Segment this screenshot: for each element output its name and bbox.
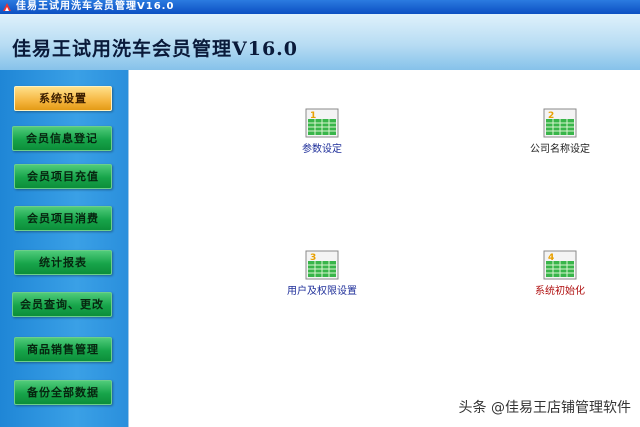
app-icon (3, 3, 11, 11)
svg-text:1: 1 (310, 111, 316, 121)
sidebar: 系统设置 会员信息登记 会员项目充值 会员项目消费 统计报表 会员查询、更改 商… (0, 70, 128, 427)
tile-company-name-settings[interactable]: 2 公司名称设定 (500, 108, 620, 155)
sidebar-item-member-registration[interactable]: 会员信息登记 (12, 126, 112, 151)
sidebar-item-system-settings[interactable]: 系统设置 (14, 86, 112, 111)
tile-label: 用户及权限设置 (287, 286, 357, 297)
tile-parameter-settings[interactable]: 1 参数设定 (262, 108, 382, 155)
watermark-text: 头条 @佳易王店铺管理软件 (458, 400, 631, 416)
spreadsheet-icon: 4 (543, 250, 577, 280)
tile-user-permission-settings[interactable]: 3 用户及权限设置 (262, 250, 382, 297)
main-content: 1 参数设定 2 公司名称设定 3 用户及权限设置 4 系统初始化 头条 @佳易… (128, 70, 640, 427)
svg-text:3: 3 (310, 253, 316, 263)
tile-label: 系统初始化 (535, 286, 585, 297)
tile-label: 参数设定 (302, 144, 342, 155)
sidebar-item-statistics-report[interactable]: 统计报表 (14, 250, 112, 275)
svg-text:4: 4 (548, 253, 554, 263)
app-title: 佳易王试用洗车会员管理V16.0 (12, 38, 299, 60)
window-title: 佳易王试用洗车会员管理V16.0 (16, 1, 175, 12)
sidebar-item-member-recharge[interactable]: 会员项目充值 (14, 164, 112, 189)
sidebar-item-member-consumption[interactable]: 会员项目消费 (14, 206, 112, 231)
spreadsheet-icon: 3 (305, 250, 339, 280)
header-banner: 佳易王试用洗车会员管理V16.0 (0, 14, 640, 70)
svg-text:2: 2 (548, 111, 554, 121)
spreadsheet-icon: 1 (305, 108, 339, 138)
tile-label: 公司名称设定 (530, 144, 590, 155)
sidebar-item-member-query[interactable]: 会员查询、更改 (12, 292, 112, 317)
sidebar-item-backup-data[interactable]: 备份全部数据 (14, 380, 112, 405)
spreadsheet-icon: 2 (543, 108, 577, 138)
tile-system-initialization[interactable]: 4 系统初始化 (500, 250, 620, 297)
window-titlebar: 佳易王试用洗车会员管理V16.0 (0, 0, 640, 14)
sidebar-item-sales-management[interactable]: 商品销售管理 (14, 337, 112, 362)
